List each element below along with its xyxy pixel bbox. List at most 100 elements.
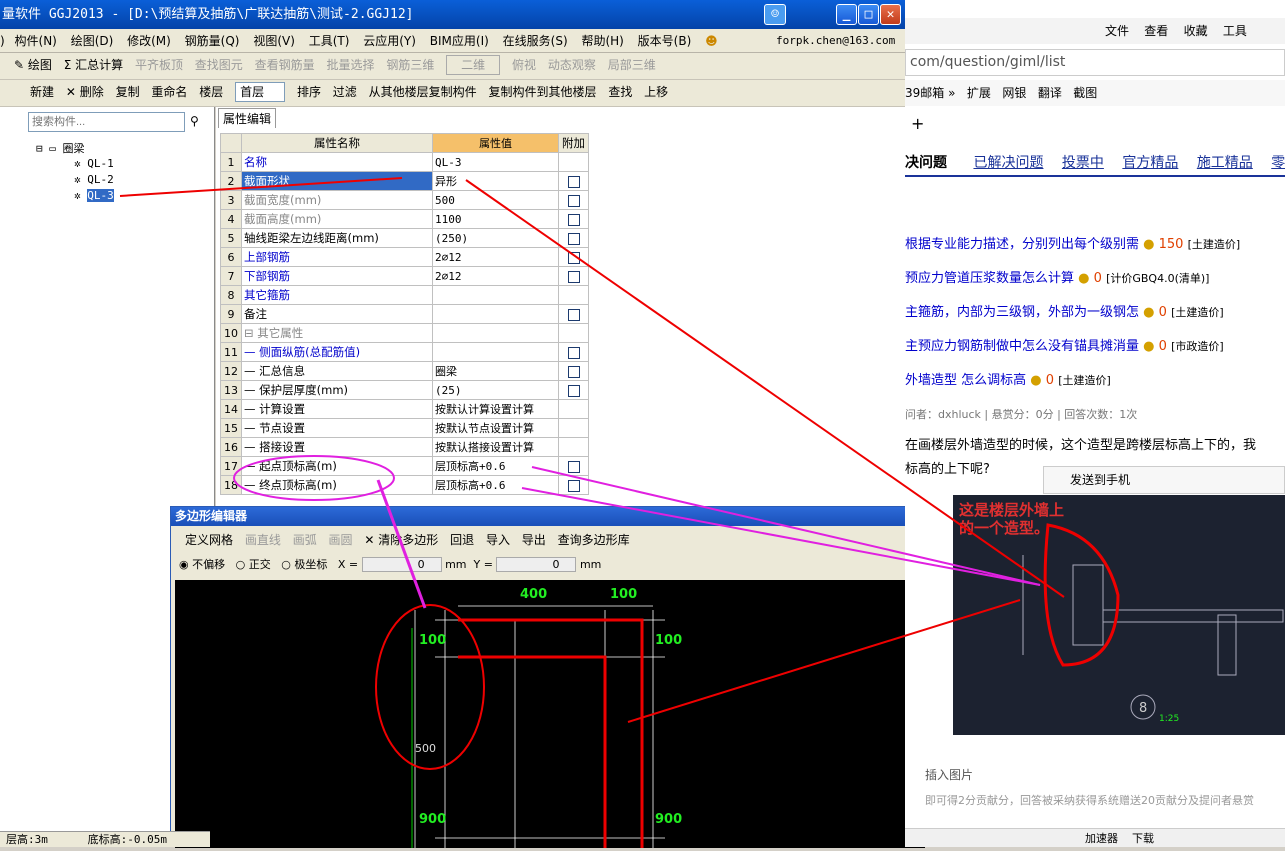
property-value[interactable]: 层顶标高+0.6 <box>432 475 559 495</box>
search-icon[interactable]: ⚲ <box>190 114 199 128</box>
property-row[interactable]: 6 上部钢筋 2⌀12 <box>220 247 589 267</box>
question-title[interactable]: 主预应力钢筋制做中怎么没有锚具摊消量 <box>905 339 1139 354</box>
property-value[interactable] <box>432 342 559 362</box>
extra-checkbox[interactable] <box>567 460 580 473</box>
assistant-icon[interactable]: ☺ <box>764 4 786 25</box>
menu-stub[interactable]: ) <box>0 34 5 48</box>
tab-property-edit[interactable]: 属性编辑 <box>218 108 277 128</box>
property-value[interactable] <box>432 304 559 324</box>
question-item[interactable]: 外墙造型 怎么调标高 ● 0 [土建造价] <box>905 369 1285 403</box>
question-title[interactable]: 根据专业能力描述，分别列出每个级别需 <box>905 237 1139 252</box>
property-value[interactable]: 500 <box>432 190 559 210</box>
property-row[interactable]: 13— 保护层厚度(mm) (25) <box>220 380 589 400</box>
menu-view[interactable]: 视图(V) <box>253 34 295 48</box>
property-row[interactable]: 11— 侧面纵筋(总配筋值) <box>220 342 589 362</box>
extra-checkbox[interactable] <box>567 346 580 359</box>
property-row[interactable]: 8 其它箍筋 <box>220 285 589 305</box>
line-button[interactable]: 画直线 <box>245 528 281 552</box>
copy-from-floor-button[interactable]: 从其他楼层复制构件 <box>369 80 477 104</box>
sort-button[interactable]: 排序 <box>297 80 321 104</box>
property-row[interactable]: 9 备注 <box>220 304 589 324</box>
tab-unsolved[interactable]: 决问题 <box>905 155 947 171</box>
arc-button[interactable]: 画弧 <box>293 528 317 552</box>
screenshot-button[interactable]: 截图 <box>1073 86 1097 100</box>
close-button[interactable]: ✕ <box>880 4 901 25</box>
filter-button[interactable]: 过滤 <box>333 80 357 104</box>
mail-link[interactable]: 39邮箱 <box>905 86 944 100</box>
property-row[interactable]: 5 轴线距梁左边线距离(mm) (250) <box>220 228 589 248</box>
undo-button[interactable]: 回退 <box>450 528 474 552</box>
delete-button[interactable]: ✕ 删除 <box>66 80 104 104</box>
property-row[interactable]: 7 下部钢筋 2⌀12 <box>220 266 589 286</box>
extra-checkbox[interactable] <box>567 384 580 397</box>
view-rebar-button[interactable]: 查看钢筋量 <box>255 53 315 77</box>
import-button[interactable]: 导入 <box>486 528 510 552</box>
menu-modify[interactable]: 修改(M) <box>127 34 171 48</box>
bank-button[interactable]: 网银 <box>1002 86 1026 100</box>
property-value[interactable] <box>432 323 559 343</box>
property-row[interactable]: 10 ⊟ 其它属性 <box>220 323 589 343</box>
extra-checkbox[interactable] <box>567 270 580 283</box>
maximize-button[interactable]: □ <box>858 4 879 25</box>
new-tab-icon[interactable]: + <box>911 114 924 133</box>
x-input[interactable]: 0 <box>361 557 442 572</box>
dynamic-view-button[interactable]: 动态观察 <box>548 53 596 77</box>
browser-menu-file[interactable]: 文件 <box>1105 24 1129 38</box>
tree-item-ql1[interactable]: ✲ QL-1 <box>74 157 114 170</box>
property-value[interactable]: 异形 <box>432 171 559 191</box>
accelerator-button[interactable]: 加速器 <box>1085 832 1118 845</box>
tree-item-ql3[interactable]: ✲ QL-3 <box>74 189 114 202</box>
tree-root[interactable]: ⊟ ▭ 圈梁 <box>36 140 85 156</box>
menu-online[interactable]: 在线服务(S) <box>503 34 568 48</box>
view-mode-select[interactable]: 二维 <box>446 55 501 75</box>
tab-construction[interactable]: 施工精品 <box>1197 155 1253 171</box>
extra-checkbox[interactable] <box>567 213 580 226</box>
property-value[interactable]: (25) <box>432 380 559 400</box>
property-row[interactable]: 4 截面高度(mm) 1100 <box>220 209 589 229</box>
new-button[interactable]: 新建 <box>30 80 54 104</box>
menu-help[interactable]: 帮助(H) <box>581 34 623 48</box>
translate-button[interactable]: 翻译 <box>1038 86 1062 100</box>
browser-menu-view[interactable]: 查看 <box>1144 24 1168 38</box>
copy-to-floor-button[interactable]: 复制构件到其他楼层 <box>488 80 596 104</box>
question-item[interactable]: 预应力管道压浆数量怎么计算 ● 0 [计价GBQ4.0(清单)] <box>905 267 1285 301</box>
tab-zero-answer[interactable]: 零回 <box>1271 155 1285 171</box>
collapse-icon[interactable]: ⊟ <box>36 142 43 155</box>
tab-official[interactable]: 官方精品 <box>1122 155 1178 171</box>
property-row[interactable]: 1 名称 QL-3 <box>220 152 589 172</box>
property-value[interactable]: 2⌀12 <box>432 266 559 286</box>
menu-cloud[interactable]: 云应用(Y) <box>363 34 416 48</box>
clear-polygon-button[interactable]: ✕ 清除多边形 <box>364 528 438 552</box>
tree-item-ql2[interactable]: ✲ QL-2 <box>74 173 114 186</box>
radio-ortho[interactable]: ○ 正交 <box>236 558 271 571</box>
menu-component[interactable]: 构件(N) <box>15 34 57 48</box>
extra-checkbox[interactable] <box>567 308 580 321</box>
search-input[interactable] <box>28 112 185 132</box>
send-to-phone-button[interactable]: 发送到手机 <box>1043 466 1285 494</box>
y-input[interactable]: 0 <box>496 557 577 572</box>
question-item[interactable]: 主预应力钢筋制做中怎么没有锚具摊消量 ● 0 [市政造价] <box>905 335 1285 369</box>
browser-menu-favorites[interactable]: 收藏 <box>1184 24 1208 38</box>
find-button[interactable]: 查找 <box>608 80 632 104</box>
radio-no-offset[interactable]: ◉ 不偏移 <box>179 558 225 571</box>
menu-rebar[interactable]: 钢筋量(Q) <box>185 34 240 48</box>
draw-button[interactable]: ✎ 绘图 <box>14 53 52 77</box>
property-value[interactable]: 1100 <box>432 209 559 229</box>
property-row[interactable]: 14— 计算设置 按默认计算设置计算 <box>220 399 589 419</box>
browser-menu-tools[interactable]: 工具 <box>1223 24 1247 38</box>
extra-checkbox[interactable] <box>567 365 580 378</box>
property-value[interactable]: QL-3 <box>432 152 559 172</box>
extra-checkbox[interactable] <box>567 175 580 188</box>
property-value[interactable] <box>432 285 559 305</box>
extension-button[interactable]: 扩展 <box>967 86 991 100</box>
property-row[interactable]: 12— 汇总信息 圈梁 <box>220 361 589 381</box>
property-row[interactable]: 3 截面宽度(mm) 500 <box>220 190 589 210</box>
circle-button[interactable]: 画圆 <box>329 528 353 552</box>
top-view-button[interactable]: 俯视 <box>512 53 536 77</box>
property-value[interactable]: 层顶标高+0.6 <box>432 456 559 476</box>
address-bar[interactable]: com/question/giml/list <box>905 49 1285 76</box>
rebar-3d-button[interactable]: 钢筋三维 <box>386 53 434 77</box>
export-button[interactable]: 导出 <box>522 528 546 552</box>
property-value[interactable]: 按默认计算设置计算 <box>432 399 559 419</box>
menu-tools[interactable]: 工具(T) <box>309 34 350 48</box>
